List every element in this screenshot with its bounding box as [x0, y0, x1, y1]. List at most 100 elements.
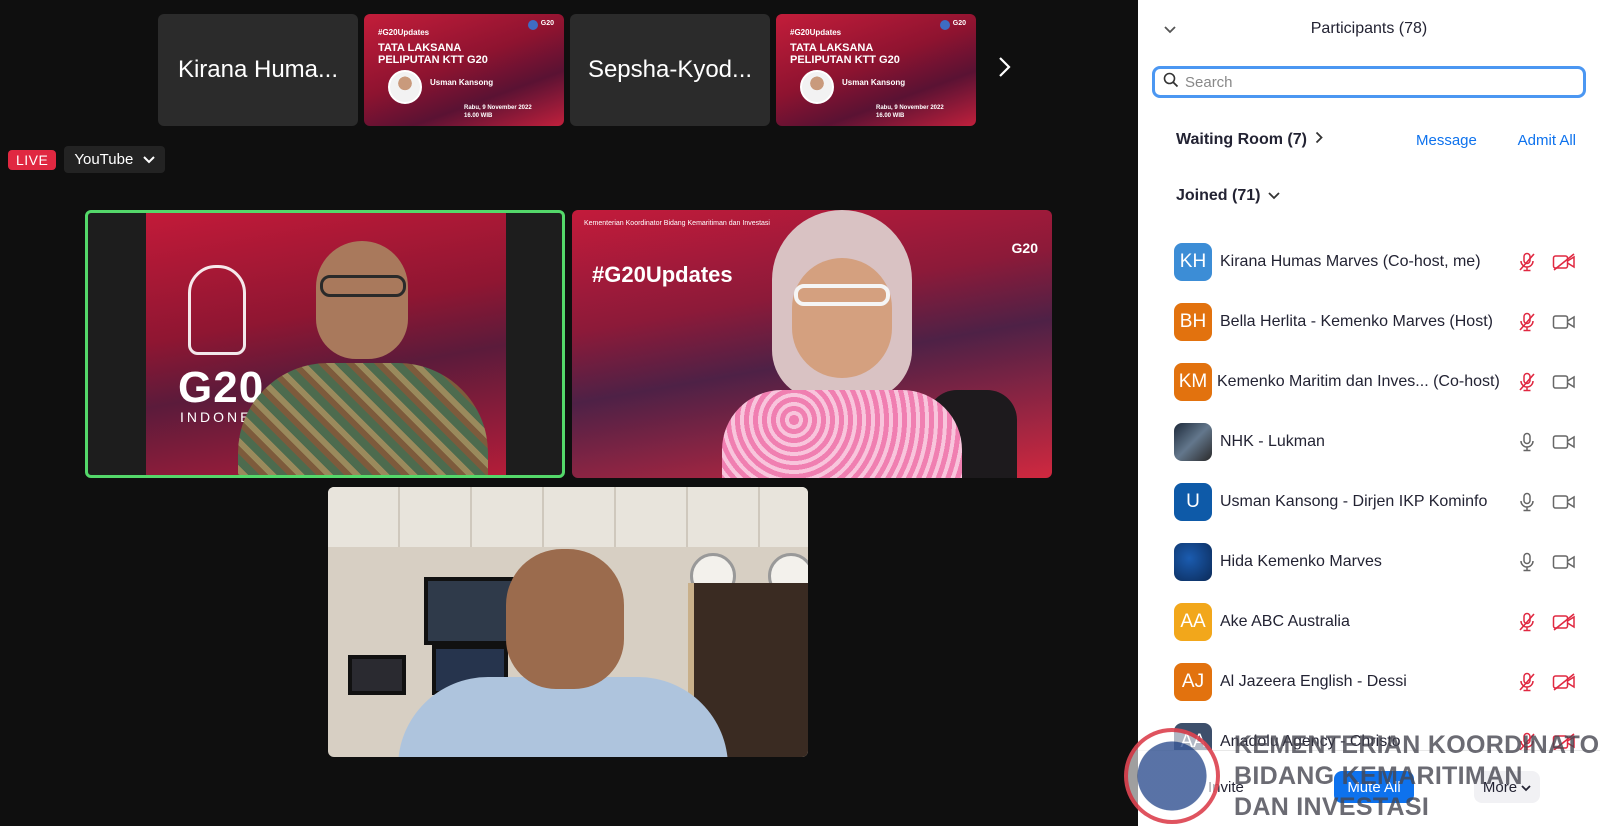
invite-button[interactable]: Invite — [1208, 779, 1244, 796]
camera-icon[interactable] — [1552, 491, 1576, 513]
participant-video-head — [316, 241, 408, 359]
poster-date-day: Rabu, 9 November 2022 — [464, 105, 532, 111]
video-wall-monitor — [348, 655, 406, 695]
search-icon — [1163, 72, 1179, 93]
participant-row[interactable]: Hida Kemenko Marves — [1138, 532, 1600, 592]
chevron-down-icon — [143, 151, 156, 168]
joined-label: Joined (71) — [1176, 187, 1261, 204]
meeting-area: Kirana Huma... G20 #G20Updates TATA LAKS… — [0, 0, 1138, 826]
participants-panel: Participants (78) Waiting Room (7) Messa… — [1138, 0, 1600, 826]
poster-title-line2: PELIPUTAN KTT G20 — [378, 54, 488, 66]
more-button[interactable]: More — [1474, 771, 1540, 803]
participant-name: Ake ABC Australia — [1220, 613, 1350, 630]
participant-video-body — [398, 677, 728, 757]
avatar — [1174, 423, 1212, 461]
live-badge: LIVE — [8, 149, 57, 170]
avatar: U — [1174, 483, 1212, 521]
participant-name: Usman Kansong - Dirjen IKP Kominfo — [1220, 493, 1488, 510]
participant-video-head — [506, 549, 624, 689]
poster-date: Rabu, 9 November 2022 16.00 WIB — [464, 104, 532, 120]
mute-all-button[interactable]: Mute All — [1334, 771, 1414, 803]
participant-list: KH Kirana Humas Marves (Co-host, me) BH Bel… — [1138, 232, 1600, 772]
camera-icon[interactable] — [1552, 371, 1576, 393]
background-logo: G20 — [1011, 240, 1038, 256]
mic-muted-icon[interactable] — [1516, 611, 1538, 633]
poster-title: TATA LAKSANA PELIPUTAN KTT G20 — [378, 42, 488, 66]
thumbnail-g20-poster[interactable]: G20 #G20Updates TATA LAKSANA PELIPUTAN K… — [776, 14, 976, 126]
thumbnail-name: Sepsha-Kyod... — [587, 56, 753, 83]
waiting-room-label: Waiting Room (7) — [1176, 131, 1307, 148]
avatar: AJ — [1174, 663, 1212, 701]
waiting-room-row: Waiting Room (7) Message Admit All — [1176, 128, 1576, 152]
chevron-right-icon — [1315, 131, 1323, 149]
poster-date-day: Rabu, 9 November 2022 — [876, 105, 944, 111]
participant-name: NHK - Lukman — [1220, 433, 1325, 450]
camera-icon[interactable] — [1552, 431, 1576, 453]
thumbnail-participant-kirana[interactable]: Kirana Huma... — [158, 14, 358, 126]
mic-icon[interactable] — [1516, 491, 1538, 513]
chevron-right-icon[interactable] — [992, 52, 1018, 82]
avatar: KM — [1174, 363, 1212, 401]
poster-tag: #G20Updates — [378, 28, 430, 37]
video-thumbnail-strip: Kirana Huma... G20 #G20Updates TATA LAKS… — [158, 14, 976, 126]
participant-name: Al Jazeera English - Dessi — [1220, 673, 1407, 690]
g20-ornament-icon — [188, 265, 246, 355]
camera-icon[interactable] — [1552, 311, 1576, 333]
participant-name: Bella Herlita - Kemenko Marves (Host) — [1220, 313, 1493, 330]
mic-icon[interactable] — [1516, 431, 1538, 453]
mic-muted-icon[interactable] — [1516, 371, 1538, 393]
poster-title-line1: TATA LAKSANA — [790, 42, 874, 54]
panel-header: Participants (78) — [1138, 14, 1600, 46]
poster-speaker: Usman Kansong — [842, 78, 906, 87]
avatar: BH — [1174, 303, 1212, 341]
message-button[interactable]: Message — [1416, 132, 1477, 149]
participant-row[interactable]: AJ Al Jazeera English - Dessi — [1138, 652, 1600, 712]
video-tile-active-speaker[interactable]: G20 INDONES 2022 — [85, 210, 565, 478]
waiting-room-toggle[interactable]: Waiting Room (7) — [1176, 131, 1323, 149]
participant-row[interactable]: KM Kemenko Maritim dan Inves... (Co-host) — [1138, 352, 1600, 412]
participant-row[interactable]: AA Ake ABC Australia — [1138, 592, 1600, 652]
video-tile-participant[interactable]: Kementerian Koordinator Bidang Kemaritim… — [572, 210, 1052, 478]
poster-title-line1: TATA LAKSANA — [378, 42, 462, 54]
more-label: More — [1482, 778, 1518, 796]
participant-row[interactable]: BH Bella Herlita - Kemenko Marves (Host) — [1138, 292, 1600, 352]
panel-title: Participants (78) — [1310, 20, 1428, 37]
search-input[interactable] — [1185, 73, 1565, 91]
live-stream-bar: LIVE YouTube — [8, 146, 166, 173]
joined-section-header: Joined (71) — [1176, 187, 1281, 211]
camera-icon[interactable] — [1552, 551, 1576, 573]
mic-muted-icon[interactable] — [1516, 671, 1538, 693]
mic-muted-icon[interactable] — [1516, 311, 1538, 333]
thumbnail-g20-poster[interactable]: G20 #G20Updates TATA LAKSANA PELIPUTAN K… — [364, 14, 564, 126]
camera-off-icon[interactable] — [1552, 251, 1576, 273]
participant-name: Kirana Humas Marves (Co-host, me) — [1220, 253, 1481, 270]
participant-name: Anadolu Agency - Christo — [1220, 733, 1401, 750]
admit-all-button[interactable]: Admit All — [1518, 132, 1576, 149]
speaker-photo — [800, 70, 834, 104]
video-ceiling — [328, 487, 808, 547]
poster-date-time: 16.00 WIB — [876, 113, 905, 119]
participant-row[interactable]: KH Kirana Humas Marves (Co-host, me) — [1138, 232, 1600, 292]
background-org: Kementerian Koordinator Bidang Kemaritim… — [584, 220, 770, 227]
video-tile-participant[interactable] — [328, 487, 808, 757]
joined-toggle[interactable]: Joined (71) — [1176, 187, 1281, 205]
camera-off-icon[interactable] — [1552, 671, 1576, 693]
poster-logo: G20 — [952, 20, 966, 27]
participant-row[interactable]: U Usman Kansong - Dirjen IKP Kominfo — [1138, 472, 1600, 532]
participant-video-head — [792, 258, 892, 378]
poster-title: TATA LAKSANA PELIPUTAN KTT G20 — [790, 42, 900, 66]
participant-row[interactable]: NHK - Lukman — [1138, 412, 1600, 472]
chevron-down-icon — [1521, 779, 1531, 796]
camera-off-icon[interactable] — [1552, 611, 1576, 633]
background-hashtag: #G20Updates — [592, 262, 733, 287]
mic-muted-icon[interactable] — [1516, 251, 1538, 273]
poster-title-line2: PELIPUTAN KTT G20 — [790, 54, 900, 66]
ministry-logo-icon — [940, 20, 950, 30]
stream-platform-dropdown[interactable]: YouTube — [64, 146, 166, 173]
poster-date-time: 16.00 WIB — [464, 113, 493, 119]
participant-search[interactable] — [1152, 66, 1586, 98]
thumbnail-participant-sepsha[interactable]: Sepsha-Kyod... — [570, 14, 770, 126]
chevron-down-icon — [1268, 187, 1281, 205]
poster-date: Rabu, 9 November 2022 16.00 WIB — [876, 104, 944, 120]
mic-icon[interactable] — [1516, 551, 1538, 573]
